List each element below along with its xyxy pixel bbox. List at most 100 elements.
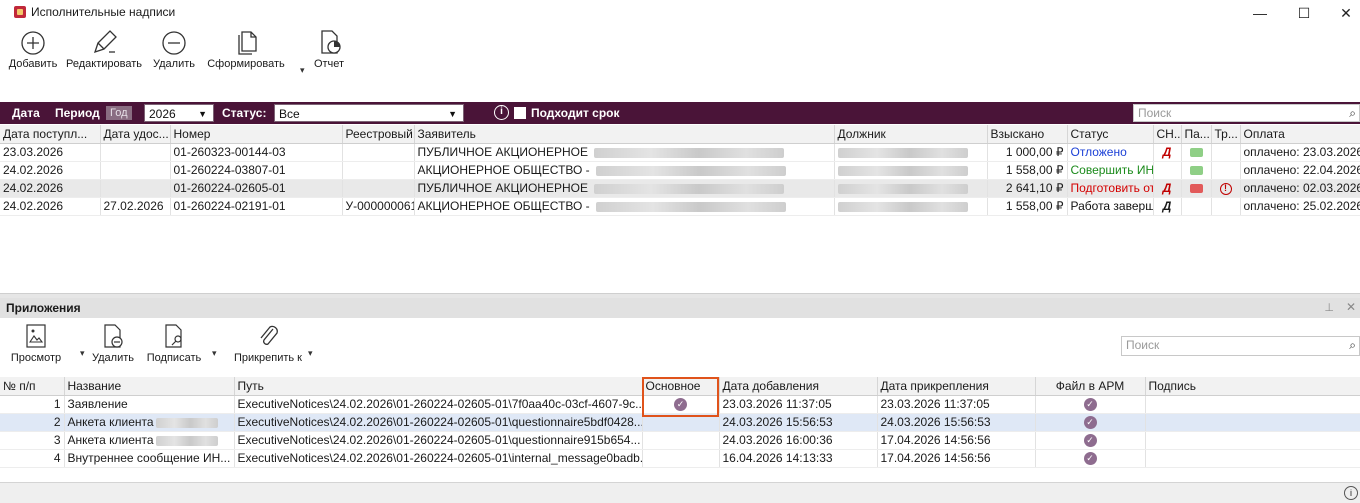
- filter-bar: Дата Период Год 2026 ▼ Статус: Все ▼ i Под…: [0, 102, 1360, 124]
- attach-to-label: Прикрепить к: [234, 352, 302, 364]
- search-icon[interactable]: ⌕: [1349, 337, 1356, 353]
- column-header[interactable]: Дата добавления: [719, 377, 878, 396]
- view-button[interactable]: Просмотр: [10, 322, 62, 378]
- add-button[interactable]: Добавить: [4, 26, 62, 102]
- column-header[interactable]: № п/п: [0, 377, 65, 396]
- signature-cell: [1145, 431, 1360, 450]
- attachment-row[interactable]: 1 Заявление ExecutiveNotices\24.02.2026\01…: [0, 395, 1360, 414]
- report-dropdown-caret[interactable]: ▾: [300, 65, 305, 76]
- redacted-text: [837, 147, 968, 158]
- sign-dropdown-caret[interactable]: ▾: [212, 348, 217, 359]
- generate-button[interactable]: Сформировать: [202, 26, 290, 102]
- search-placeholder: Поиск: [1138, 106, 1172, 120]
- minimize-button[interactable]: —: [1240, 3, 1280, 23]
- attachment-row[interactable]: 2 Анкета клиента ExecutiveNotices\24.02.20…: [0, 413, 1360, 432]
- check-circle-icon: ✓: [1083, 416, 1097, 430]
- column-header[interactable]: Файл в АРМ: [1035, 377, 1146, 396]
- received-date-cell: 24.02.2026: [0, 161, 101, 180]
- app-logo-icon: [14, 6, 26, 18]
- attachments-panel-header: Приложения ⊥ ✕: [0, 298, 1360, 318]
- pa-cell: [1181, 143, 1212, 162]
- status-select[interactable]: Все ▼: [274, 104, 464, 122]
- certified-date-cell: 27.02.2026: [100, 197, 171, 216]
- main-flag-cell[interactable]: ✓: [642, 395, 720, 414]
- year-select[interactable]: 2026 ▼: [144, 104, 214, 122]
- debtor-cell: [834, 143, 988, 162]
- tr-cell: [1211, 143, 1241, 162]
- status-bar: i: [0, 482, 1360, 503]
- amount-cell: 1 558,00 ₽: [987, 161, 1068, 180]
- image-preview-icon: [26, 324, 46, 348]
- table-row[interactable]: 24.02.2026 27.02.2026 01-260224-02191-01 У-…: [0, 197, 1360, 216]
- status-info-icon[interactable]: i: [1344, 486, 1358, 500]
- registry-cell: [342, 179, 415, 198]
- edit-button[interactable]: Редактировать: [62, 26, 146, 102]
- status-cell: Подготовить от...: [1067, 179, 1154, 198]
- check-circle-icon: ✓: [674, 398, 687, 412]
- main-flag-cell[interactable]: [642, 449, 720, 468]
- redacted-text: [837, 201, 968, 212]
- panel-close-icon[interactable]: ✕: [1346, 300, 1356, 314]
- pin-icon[interactable]: ⊥: [1324, 301, 1334, 314]
- deadline-checkbox[interactable]: [514, 107, 526, 119]
- table-row[interactable]: 23.03.2026 01-260323-00144-03 ПУБЛИЧНОЕ АК…: [0, 143, 1360, 162]
- main-flag-cell[interactable]: [642, 413, 720, 432]
- path-cell: ExecutiveNotices\24.02.2026\01-260224-02…: [234, 413, 643, 432]
- attach-dropdown-caret[interactable]: ▾: [308, 348, 313, 359]
- attachments-search-input[interactable]: Поиск ⌕: [1121, 336, 1360, 356]
- tr-cell: [1211, 197, 1241, 216]
- status-cell: Отложено: [1067, 143, 1154, 162]
- period-year-toggle[interactable]: Год: [106, 106, 132, 120]
- column-header[interactable]: Путь: [234, 377, 643, 396]
- received-date-cell: 24.02.2026: [0, 197, 101, 216]
- column-header[interactable]: Реестровый...: [342, 125, 415, 144]
- date-filter-label[interactable]: Дата: [12, 106, 40, 120]
- attached-date-cell: 24.03.2026 15:56:53: [877, 413, 1036, 432]
- column-header[interactable]: Тр...: [1211, 125, 1241, 144]
- status-cell: Совершить ИН: [1067, 161, 1154, 180]
- attachment-row[interactable]: 3 Анкета клиента ExecutiveNotices\24.02.20…: [0, 431, 1360, 450]
- redacted-text: [837, 165, 968, 176]
- name-cell: Внутреннее сообщение ИН...: [64, 449, 235, 468]
- table-row[interactable]: 24.02.2026 01-260224-02605-01 ПУБЛИЧНОЕ АК…: [0, 179, 1360, 198]
- column-header[interactable]: Оплата: [1240, 125, 1360, 144]
- attachment-row[interactable]: 4 Внутреннее сообщение ИН... ExecutiveNoti…: [0, 449, 1360, 468]
- view-dropdown-caret[interactable]: ▾: [80, 348, 85, 359]
- column-header[interactable]: Дата прикрепления: [877, 377, 1036, 396]
- column-header[interactable]: Основное: [642, 377, 720, 396]
- sn-cell: Д: [1153, 143, 1182, 162]
- column-header[interactable]: Заявитель: [414, 125, 835, 144]
- path-cell: ExecutiveNotices\24.02.2026\01-260224-02…: [234, 395, 643, 414]
- close-button[interactable]: ✕: [1326, 3, 1360, 23]
- amount-cell: 1 558,00 ₽: [987, 197, 1068, 216]
- main-search-input[interactable]: Поиск ⌕: [1133, 104, 1360, 122]
- table-row[interactable]: 24.02.2026 01-260224-03807-01 АКЦИОНЕРНОЕ …: [0, 161, 1360, 180]
- column-header[interactable]: СН...: [1153, 125, 1182, 144]
- column-header[interactable]: Па...: [1181, 125, 1212, 144]
- delete-attachment-button[interactable]: Удалить: [88, 322, 138, 378]
- search-icon[interactable]: ⌕: [1349, 105, 1356, 121]
- column-header[interactable]: Подпись: [1145, 377, 1360, 396]
- delete-attachment-label: Удалить: [92, 352, 134, 364]
- attachments-toolbar: Просмотр ▾ Удалить Подписать ▾ Прикрепит…: [0, 318, 1360, 376]
- column-header[interactable]: Номер: [170, 125, 343, 144]
- pa-cell: [1181, 161, 1212, 180]
- maximize-button[interactable]: ☐: [1284, 3, 1324, 23]
- sign-button[interactable]: Подписать: [142, 322, 206, 378]
- info-icon[interactable]: i: [494, 105, 509, 120]
- column-header[interactable]: Взыскано: [987, 125, 1068, 144]
- redacted-text: [593, 183, 784, 194]
- column-header[interactable]: Должник: [834, 125, 988, 144]
- column-header[interactable]: Дата удос...: [100, 125, 171, 144]
- attachments-header-row: № п/п Название Путь Основное Дата добавления…: [0, 377, 1360, 396]
- column-header[interactable]: Название: [64, 377, 235, 396]
- main-flag-cell[interactable]: [642, 431, 720, 450]
- column-header[interactable]: Статус: [1067, 125, 1154, 144]
- redacted-text: [593, 147, 784, 158]
- attached-date-cell: 17.04.2026 14:56:56: [877, 449, 1036, 468]
- certified-date-cell: [100, 179, 171, 198]
- delete-button[interactable]: Удалить: [146, 26, 202, 102]
- column-header[interactable]: Дата поступл...: [0, 125, 101, 144]
- report-button[interactable]: Отчет: [306, 26, 352, 102]
- attach-to-button[interactable]: Прикрепить к: [226, 322, 310, 378]
